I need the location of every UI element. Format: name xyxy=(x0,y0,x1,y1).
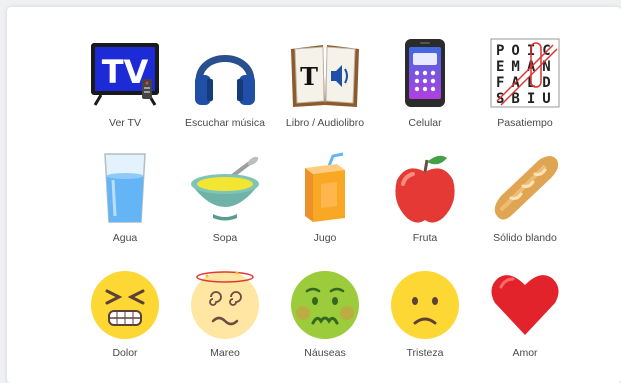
tile-dolor[interactable]: Dolor xyxy=(75,265,175,383)
tile-label: Amor xyxy=(512,347,538,359)
tile-agua[interactable]: Agua xyxy=(75,150,175,268)
tile-celular[interactable]: Celular xyxy=(375,35,475,153)
book-icon: T xyxy=(287,35,363,111)
dizzy-face-icon xyxy=(187,265,263,341)
tile-label: Pasatiempo xyxy=(497,117,553,129)
tile-sopa[interactable]: Sopa xyxy=(175,150,275,268)
tile-libro-audiolibro[interactable]: T Libro / Audiolibro xyxy=(275,35,375,153)
bread-icon xyxy=(487,150,563,226)
tile-escuchar-musica[interactable]: Escuchar música xyxy=(175,35,275,153)
tv-text: TV xyxy=(102,53,149,91)
tile-mareo[interactable]: Mareo xyxy=(175,265,275,383)
cellphone-icon xyxy=(387,35,463,111)
wordsearch-row-3-text: FALD xyxy=(496,75,558,91)
communication-board: TV Ver TV Escuchar música T Libro / Audi… xyxy=(7,7,621,383)
soup-bowl-icon xyxy=(187,150,263,226)
tile-fruta[interactable]: Fruta xyxy=(375,150,475,268)
book-letter: T xyxy=(300,62,318,91)
nauseated-face-icon xyxy=(287,265,363,341)
sad-face-icon xyxy=(387,265,463,341)
tile-tristeza[interactable]: Tristeza xyxy=(375,265,475,383)
apple-icon xyxy=(387,150,463,226)
tile-ver-tv[interactable]: TV Ver TV xyxy=(75,35,175,153)
tile-amor[interactable]: Amor xyxy=(475,265,575,383)
tile-nauseas[interactable]: Náuseas xyxy=(275,265,375,383)
juice-box-icon xyxy=(287,150,363,226)
pain-face-icon xyxy=(87,265,163,341)
tile-solido-blando[interactable]: Sólido blando xyxy=(475,150,575,268)
word-search-icon: POIC EMAN FALD SBIU xyxy=(487,35,563,111)
tv-icon: TV xyxy=(87,35,163,111)
wordsearch-row-2-text: EMAN xyxy=(496,59,558,75)
water-glass-icon xyxy=(87,150,163,226)
tile-label: Sólido blando xyxy=(493,232,557,244)
tile-jugo[interactable]: Jugo xyxy=(275,150,375,268)
headphones-icon xyxy=(187,35,263,111)
tile-pasatiempo[interactable]: POIC EMAN FALD SBIU Pasatiempo xyxy=(475,35,575,153)
heart-icon xyxy=(487,265,563,341)
